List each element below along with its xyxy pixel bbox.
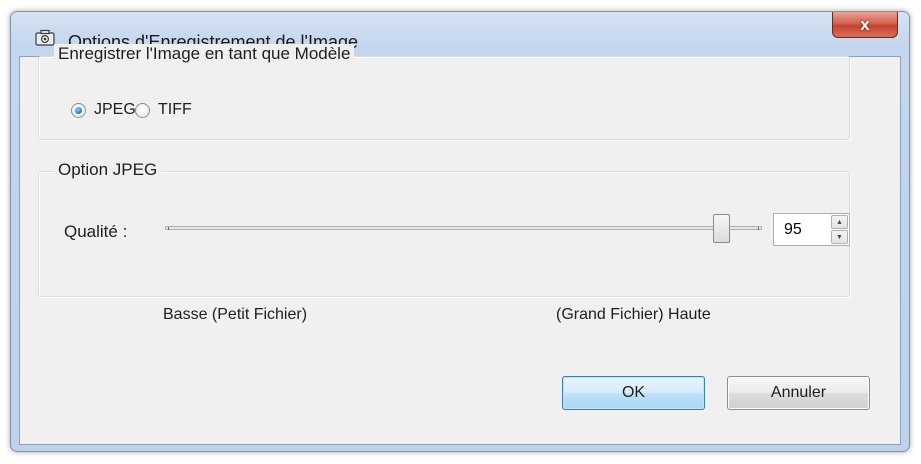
format-group-box xyxy=(38,56,850,140)
cancel-button[interactable]: Annuler xyxy=(727,376,870,410)
arrow-up-icon: ▲ xyxy=(836,218,843,226)
ok-button-label: OK xyxy=(621,384,646,401)
ok-button[interactable]: OK xyxy=(562,376,705,410)
jpeg-option-legend: Option JPEG xyxy=(54,160,162,180)
quality-value[interactable]: 95 xyxy=(784,221,802,239)
tiff-radio-label[interactable]: TIFF xyxy=(158,101,192,119)
spin-down-button[interactable]: ▼ xyxy=(831,230,848,244)
arrow-down-icon: ▼ xyxy=(836,233,843,241)
slider-tick-start xyxy=(168,227,169,230)
cancel-button-label: Annuler xyxy=(770,384,827,401)
quality-low-label: Basse (Petit Fichier) xyxy=(163,306,308,323)
camera-icon xyxy=(35,29,55,46)
close-icon: x xyxy=(860,14,870,34)
jpeg-radio[interactable] xyxy=(71,103,86,118)
quality-high-label: (Grand Fichier) Haute xyxy=(556,306,711,323)
format-group-legend: Enregistrer l'Image en tant que Modèle xyxy=(54,44,355,64)
quality-label: Qualité : xyxy=(64,222,128,241)
quality-slider-track[interactable] xyxy=(165,226,762,230)
jpeg-radio-label[interactable]: JPEG xyxy=(94,101,136,119)
spin-up-button[interactable]: ▲ xyxy=(831,215,848,229)
slider-tick-end xyxy=(758,227,759,230)
close-button[interactable]: x xyxy=(832,12,898,38)
tiff-radio[interactable] xyxy=(135,103,150,118)
quality-slider-thumb[interactable] xyxy=(713,214,730,243)
quality-spinbox[interactable]: 95 ▲ ▼ xyxy=(773,213,850,246)
